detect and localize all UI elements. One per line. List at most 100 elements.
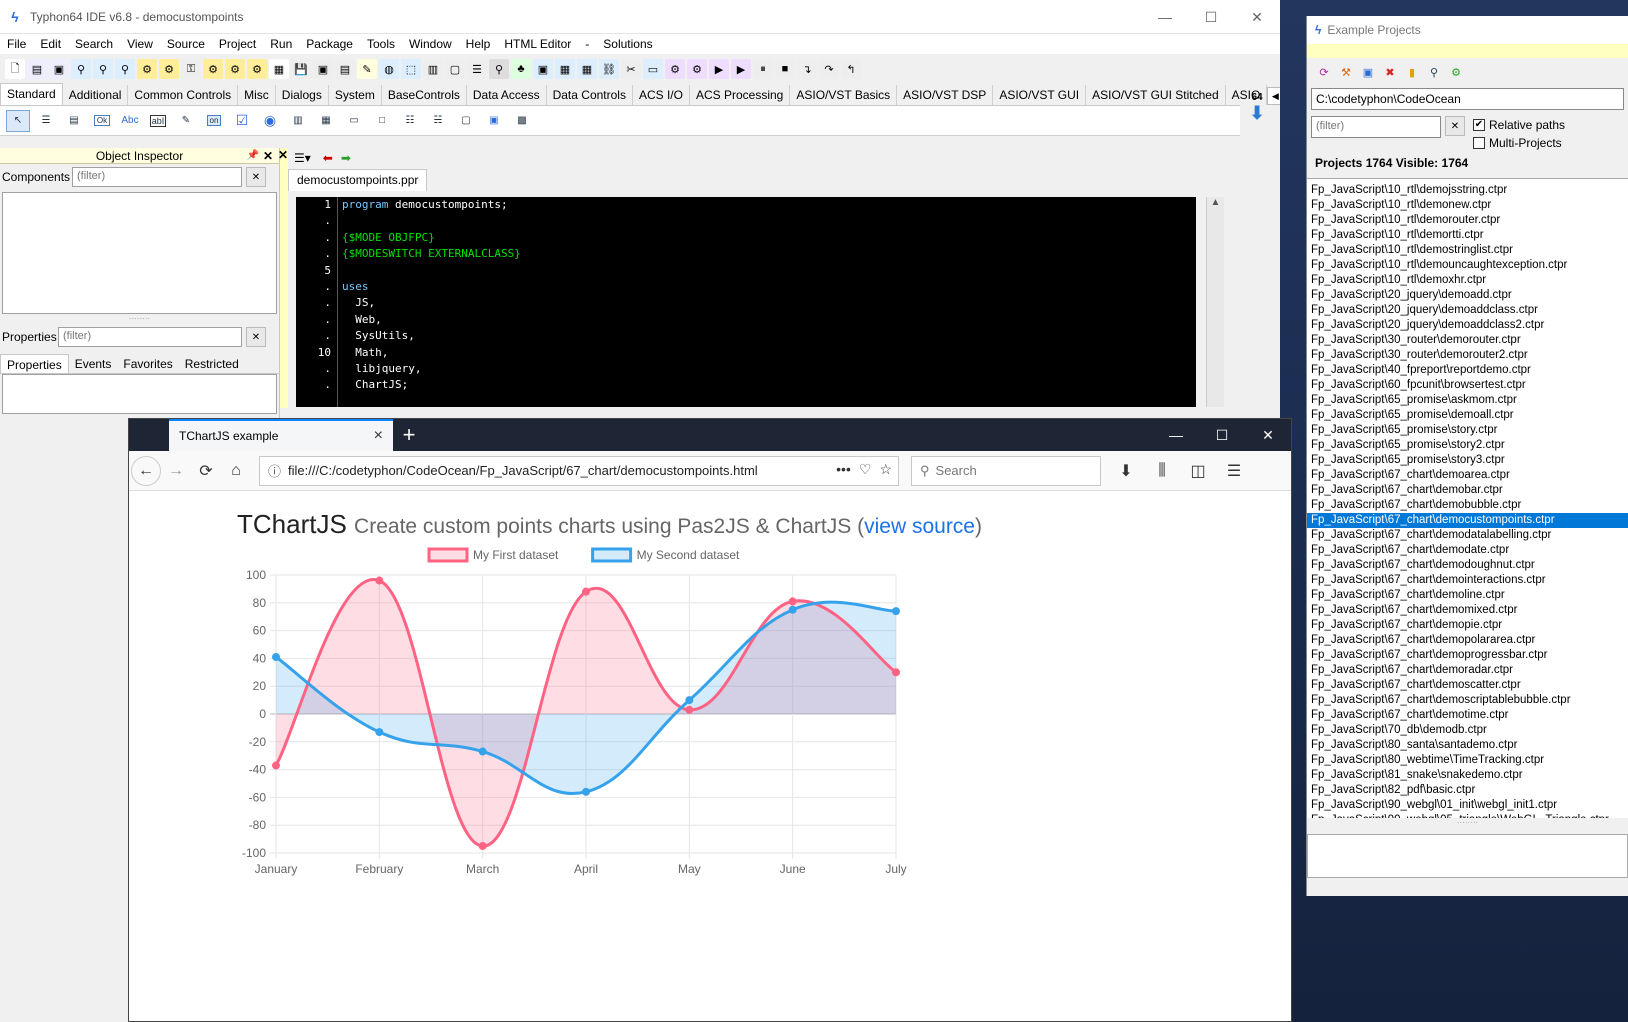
code-line[interactable]: JS, (342, 295, 521, 311)
project-list-item[interactable]: Fp_JavaScript\67_chart\demoarea.ctpr (1307, 468, 1628, 483)
run-icon[interactable]: ▶ (709, 59, 729, 79)
palette-tab-additional[interactable]: Additional (63, 85, 129, 105)
copy-icon[interactable]: ▤ (335, 59, 355, 79)
code-line[interactable]: Math, (342, 345, 521, 361)
forward-arrow-icon[interactable]: ➡ (341, 151, 351, 165)
properties-filter-input[interactable]: (filter) (58, 327, 242, 347)
code-line[interactable]: Web, (342, 312, 521, 328)
stop-icon[interactable]: ■ (775, 59, 795, 79)
menu-window[interactable]: Window (402, 37, 459, 51)
mainmenu-component-icon[interactable]: ☰ (34, 110, 58, 132)
grid-icon[interactable]: ▦ (577, 59, 597, 79)
panel-component-icon[interactable]: ▢ (454, 110, 478, 132)
link-icon[interactable]: ⛓ (599, 59, 619, 79)
home-icon[interactable]: ⌂ (221, 456, 251, 486)
component-tree[interactable] (2, 192, 277, 314)
project-list-item[interactable]: Fp_JavaScript\67_chart\demoline.ctpr (1307, 588, 1628, 603)
pin-icon[interactable]: 📌 (247, 148, 259, 164)
actionlist-component-icon[interactable]: ▩ (510, 110, 534, 132)
project-list-item[interactable]: Fp_JavaScript\80_santa\santademo.ctpr (1307, 738, 1628, 753)
project-list-item[interactable]: Fp_JavaScript\67_chart\demointeractions.… (1307, 573, 1628, 588)
menu-icon[interactable]: ☰ (1219, 456, 1249, 486)
new-file-icon[interactable]: 🗋 (5, 59, 25, 79)
button-component-icon[interactable]: Ok (90, 110, 114, 132)
clear-filter-icon[interactable]: ✕ (1445, 116, 1465, 136)
pocket-icon[interactable]: ♡ (859, 461, 872, 478)
scrollbar-component-icon[interactable]: ▭ (342, 110, 366, 132)
close-tab-icon[interactable]: × (374, 427, 383, 445)
project-list-item[interactable]: Fp_JavaScript\81_snake\snakedemo.ctpr (1307, 768, 1628, 783)
window-icon[interactable]: ▢ (445, 59, 465, 79)
line-chart[interactable]: 100 80 60 40 20 0 -20 -40 -60 -80 -100 January Febru… (129, 491, 1292, 1022)
browser-minimize-button[interactable]: — (1153, 419, 1199, 451)
project-list-item[interactable]: Fp_JavaScript\67_chart\demoprogressbar.c… (1307, 648, 1628, 663)
build-icon[interactable]: ⬚ (401, 59, 421, 79)
open-icon[interactable]: ▣ (49, 59, 69, 79)
memo-component-icon[interactable]: ✎ (174, 110, 198, 132)
editor-menu-icon[interactable]: ☰▾ (294, 151, 311, 165)
checkgroup-component-icon[interactable]: ☵ (426, 110, 450, 132)
popupmenu-component-icon[interactable]: ▤ (62, 110, 86, 132)
project-list-item[interactable]: Fp_JavaScript\20_jquery\demoaddclass.ctp… (1307, 303, 1628, 318)
examples-path-input[interactable]: C:\codetyphon\CodeOcean (1311, 88, 1624, 110)
pointer-tool-icon[interactable]: ↖ (6, 109, 30, 132)
delete-icon[interactable]: ✖ (1380, 62, 1400, 82)
step-over-icon[interactable]: ↷ (819, 59, 839, 79)
project-list-item[interactable]: Fp_JavaScript\30_router\demorouter2.ctpr (1307, 348, 1628, 363)
component-icon[interactable]: ⚙ (225, 59, 245, 79)
project-list-item[interactable]: Fp_JavaScript\65_promise\askmom.ctpr (1307, 393, 1628, 408)
project-list-item[interactable]: Fp_JavaScript\80_webtime\TimeTracking.ct… (1307, 753, 1628, 768)
project-list-item[interactable]: Fp_JavaScript\67_chart\demodate.ctpr (1307, 543, 1628, 558)
code-line[interactable] (342, 213, 521, 229)
globe-icon[interactable]: ◍ (379, 59, 399, 79)
browser-close-button[interactable]: ✕ (1245, 419, 1291, 451)
properties-grid[interactable] (2, 374, 277, 414)
inspector-tab-properties[interactable]: Properties (0, 354, 69, 373)
palette-tab-asio-vst-dsp[interactable]: ASIO/VST DSP (897, 85, 994, 105)
maximize-button[interactable]: ☐ (1188, 0, 1234, 34)
palette-tab-acs-processing[interactable]: ACS Processing (690, 85, 791, 105)
project-list-item[interactable]: Fp_JavaScript\65_promise\demoall.ctpr (1307, 408, 1628, 423)
project-list-item[interactable]: Fp_JavaScript\67_chart\demodatalabelling… (1307, 528, 1628, 543)
save-all-icon[interactable]: ▣ (313, 59, 333, 79)
project-list-item[interactable]: Fp_JavaScript\90_webgl\01_init\webgl_ini… (1307, 798, 1628, 813)
url-text[interactable]: file:///C:/codetyphon/CodeOcean/Fp_JavaS… (288, 463, 758, 478)
palette-tab-asio-vst-gui[interactable]: ASIO/VST GUI (993, 85, 1087, 105)
menu-solutions[interactable]: Solutions (596, 37, 659, 51)
radiobutton-component-icon[interactable]: ◉ (258, 110, 282, 132)
page-actions-icon[interactable]: ••• (836, 461, 851, 478)
binoculars-icon[interactable]: ⚲ (489, 59, 509, 79)
code-line[interactable]: SysUtils, (342, 328, 521, 344)
scroll-up-icon[interactable]: ▲ (1207, 197, 1224, 208)
url-bar[interactable]: ⓘ file:///C:/codetyphon/CodeOcean/Fp_Jav… (259, 455, 899, 486)
library-icon[interactable]: ⫼ (1147, 456, 1177, 486)
step-into-icon[interactable]: ↴ (797, 59, 817, 79)
binoculars-icon[interactable]: ⚲ (1424, 62, 1444, 82)
save-icon[interactable]: 💾 (291, 59, 311, 79)
code-line[interactable] (342, 263, 521, 279)
close-button[interactable]: ✕ (1234, 0, 1280, 34)
clean-icon[interactable]: ▥ (423, 59, 443, 79)
project-list-item[interactable]: Fp_JavaScript\82_pdf\basic.ctpr (1307, 783, 1628, 798)
splitter-grip[interactable]: ········ (1307, 818, 1628, 827)
edit-icon[interactable]: ✎ (357, 59, 377, 79)
project-list-item[interactable]: Fp_JavaScript\67_chart\demopie.ctpr (1307, 618, 1628, 633)
project-list-item[interactable]: Fp_JavaScript\67_chart\demoscriptablebub… (1307, 693, 1628, 708)
menu-search[interactable]: Search (68, 37, 120, 51)
palette-tab-standard[interactable]: Standard (0, 83, 63, 105)
menu-html-editor[interactable]: HTML Editor (497, 37, 578, 51)
browser-tab[interactable]: TChartJS example × (169, 419, 393, 451)
project-list-item[interactable]: Fp_JavaScript\67_chart\demotime.ctpr (1307, 708, 1628, 723)
unit-icon[interactable]: ⚙ (203, 59, 223, 79)
menu-source[interactable]: Source (160, 37, 212, 51)
project-list-item[interactable]: Fp_JavaScript\10_rtl\demonew.ctpr (1307, 198, 1628, 213)
examples-filter-input[interactable]: (filter) (1311, 116, 1441, 138)
reload-icon[interactable]: ⟳ (191, 456, 221, 486)
package2-icon[interactable]: ⚙ (159, 59, 179, 79)
palette-tab-acs-i-o[interactable]: ACS I/O (633, 85, 690, 105)
project-list-item[interactable]: Fp_JavaScript\67_chart\demomixed.ctpr (1307, 603, 1628, 618)
project-list-item[interactable]: Fp_JavaScript\67_chart\demoradar.ctpr (1307, 663, 1628, 678)
project-list-item[interactable]: Fp_JavaScript\20_jquery\demoadd.ctpr (1307, 288, 1628, 303)
menu-edit[interactable]: Edit (33, 37, 68, 51)
code-editor[interactable]: 1... 5.... 10.. program democustompoints; {… (296, 197, 1196, 407)
